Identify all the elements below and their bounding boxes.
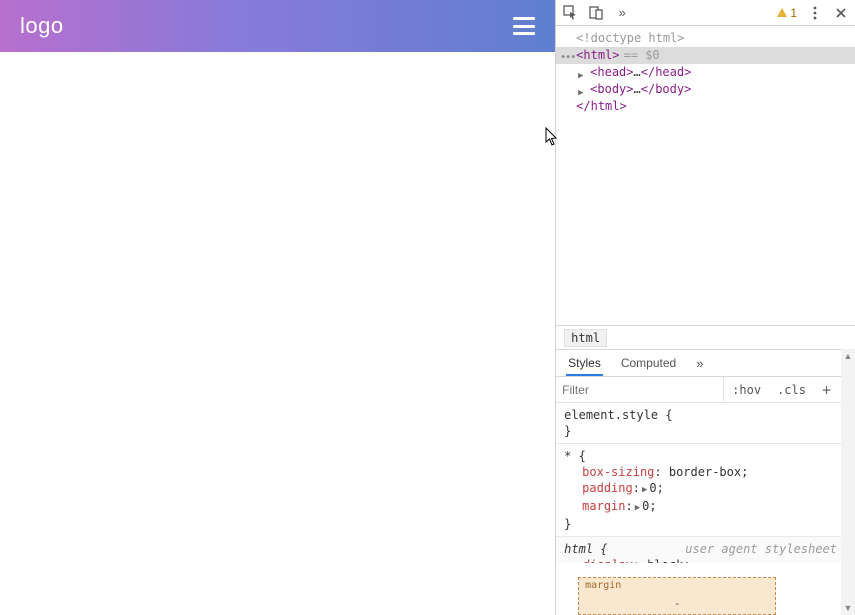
warnings-count: 1 xyxy=(790,6,797,20)
dom-node-html-close[interactable]: </html> xyxy=(556,98,855,115)
box-model[interactable]: margin - xyxy=(556,563,855,615)
new-style-rule-button[interactable]: + xyxy=(814,377,839,402)
box-model-margin-top[interactable]: - xyxy=(674,597,681,610)
dom-node-html[interactable]: ••• <html>== $0 xyxy=(556,47,855,64)
styles-filter-row: :hov .cls + xyxy=(556,377,855,403)
menu-icon[interactable] xyxy=(513,17,535,35)
devtools-panel: » 1 <!doctype html> ••• <html>== $0 ▶ <h… xyxy=(556,0,855,615)
rule-universal[interactable]: * { box-sizing: border-box; padding:▶0; … xyxy=(556,444,855,537)
cls-toggle[interactable]: .cls xyxy=(769,377,814,402)
styles-tabbar: Styles Computed » xyxy=(556,349,855,377)
more-tabs-icon[interactable]: » xyxy=(614,5,630,21)
scroll-up-icon[interactable]: ▲ xyxy=(841,349,855,363)
tab-styles[interactable]: Styles xyxy=(566,350,603,376)
dom-node-head[interactable]: ▶ <head>…</head> xyxy=(556,64,855,81)
more-styles-tabs-icon[interactable]: » xyxy=(694,350,705,377)
inspect-element-icon[interactable] xyxy=(562,5,578,21)
rule-element-style[interactable]: element.style { } xyxy=(556,403,855,444)
breadcrumb-item[interactable]: html xyxy=(564,329,607,347)
rule-html-ua[interactable]: user agent stylesheet html { display: bl… xyxy=(556,537,855,563)
box-model-margin-label: margin xyxy=(585,580,621,591)
elements-tree[interactable]: <!doctype html> ••• <html>== $0 ▶ <head>… xyxy=(556,26,855,325)
navbar: logo xyxy=(0,0,555,52)
kebab-menu-icon[interactable] xyxy=(807,5,823,21)
device-toolbar-icon[interactable] xyxy=(588,5,604,21)
devtools-toolbar: » 1 xyxy=(556,0,855,26)
rendered-page: logo xyxy=(0,0,556,615)
close-icon[interactable] xyxy=(833,5,849,21)
styles-rules[interactable]: element.style { } * { box-sizing: border… xyxy=(556,403,855,563)
ua-stylesheet-label: user agent stylesheet xyxy=(685,541,837,557)
hov-toggle[interactable]: :hov xyxy=(724,377,769,402)
styles-filter-input[interactable] xyxy=(556,377,724,402)
warnings-badge[interactable]: 1 xyxy=(776,6,797,20)
dom-doctype[interactable]: <!doctype html> xyxy=(576,31,684,45)
navbar-logo[interactable]: logo xyxy=(20,13,64,39)
breadcrumb: html xyxy=(556,325,855,349)
tab-computed[interactable]: Computed xyxy=(619,350,678,376)
scroll-down-icon[interactable]: ▼ xyxy=(841,601,855,615)
dom-node-body[interactable]: ▶ <body>…</body> xyxy=(556,81,855,98)
panel-scrollbar[interactable]: ▲ ▼ xyxy=(841,349,855,615)
